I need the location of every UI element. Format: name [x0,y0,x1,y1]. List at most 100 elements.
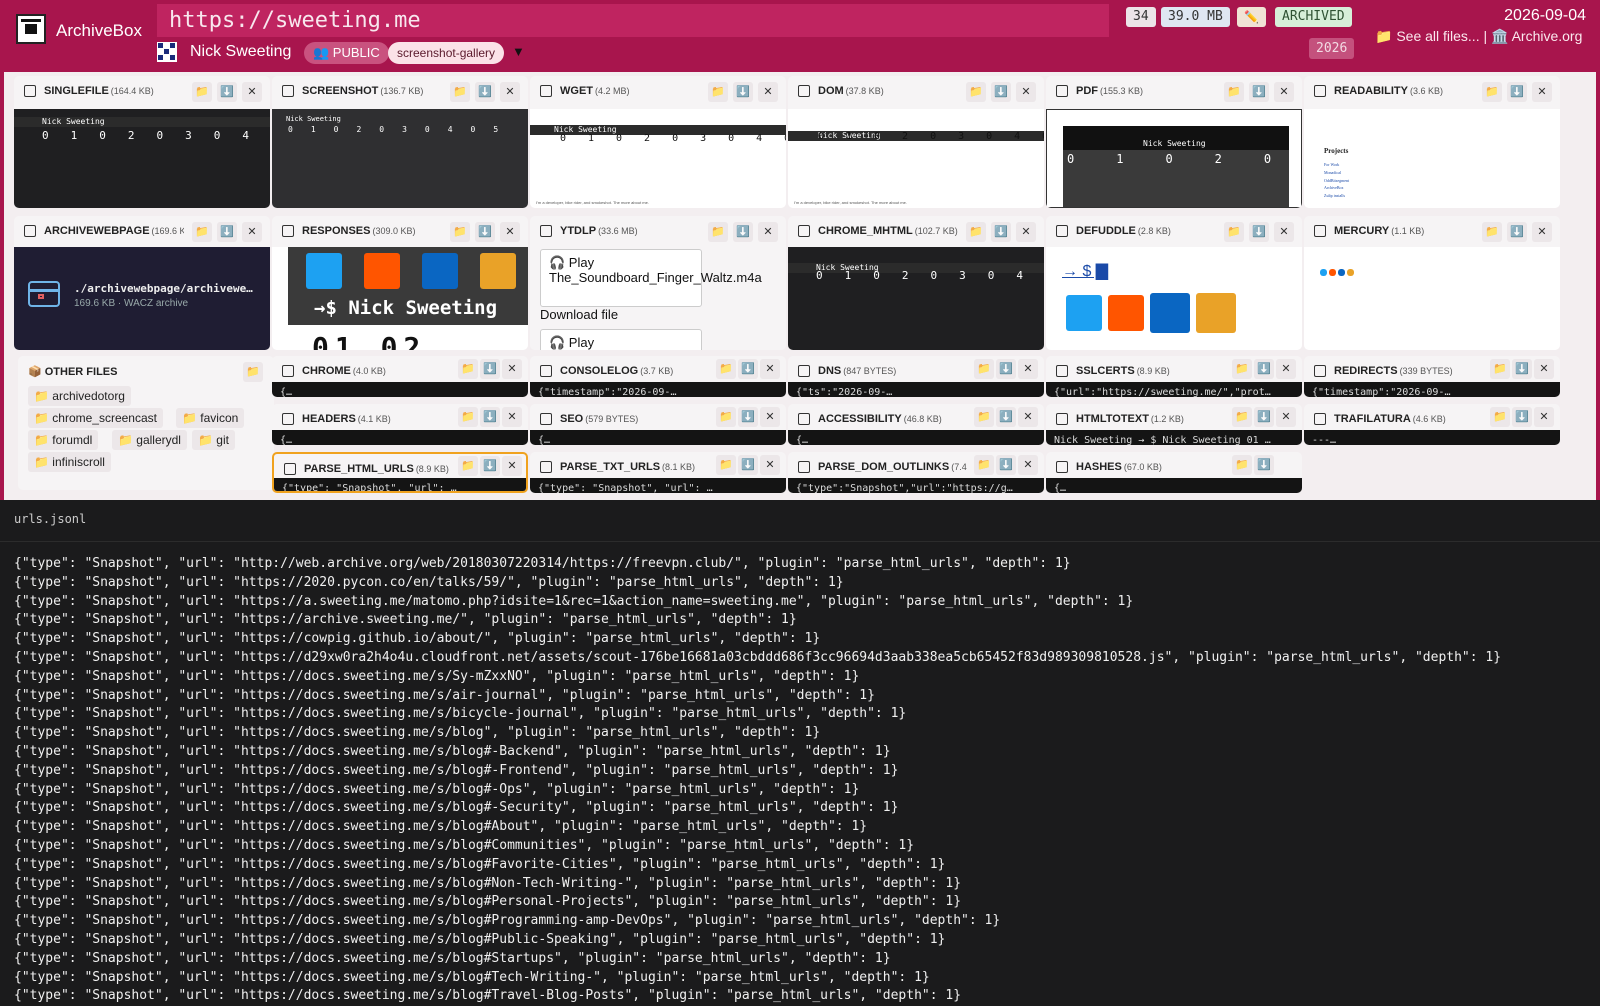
close-icon[interactable]: ✕ [1018,407,1038,427]
screenshot-gallery-tag[interactable]: screenshot-gallery [388,42,505,64]
archivewebpage-preview[interactable]: ./archivewebpage/archivewe… 169.6 KB · W… [14,247,270,350]
download-file-link[interactable]: Download file [540,307,618,322]
card-defuddle[interactable]: DEFUDDLE (2.8 KB) 📁 ⬇️ ✕ → $ ▇ [1046,216,1302,350]
card-dns[interactable]: DNS (847 BYTES) 📁 ⬇️ ✕ {"ts":"2026-09-… [788,356,1044,397]
file-chip[interactable]: 📁 git [192,430,235,450]
file-chip[interactable]: 📁 infiniscroll [28,452,111,472]
open-folder-icon[interactable]: 📁 [1232,407,1252,427]
download-icon[interactable]: ⬇️ [480,407,500,427]
play-audio-button[interactable]: 🎧 Play The_Soundboard_Finger_Waltz.m4a [540,249,762,307]
open-folder-icon[interactable]: 📁 [192,82,212,102]
readability-link[interactable]: For Work [1324,161,1349,169]
close-icon[interactable]: ✕ [1534,359,1554,379]
card-sslcerts[interactable]: SSLCERTS (8.9 KB) 📁 ⬇️ ✕ {"url":"https://sw… [1046,356,1302,397]
close-icon[interactable]: ✕ [758,82,778,102]
parse-html-urls-preview[interactable]: {"type": "Snapshot", "url": … [274,478,526,491]
open-folder-icon[interactable]: 📁 [716,359,736,379]
readability-link[interactable]: Monadical [1324,169,1349,177]
seo-preview[interactable]: {… [530,430,786,445]
card-parse-txt-urls[interactable]: PARSE_TXT_URLS (8.1 KB) 📁 ⬇️ ✕ {"type": "Sn… [530,452,786,493]
card-chrome-mhtml[interactable]: CHROME_MHTML (102.7 KB) 📁 ⬇️ ✕ Nick Sweetin… [788,216,1044,350]
see-all-files-link[interactable]: 📁 See all files... [1375,28,1480,44]
open-folder-icon[interactable]: 📁 [1232,359,1252,379]
download-icon[interactable]: ⬇️ [1254,455,1274,475]
close-icon[interactable]: ✕ [502,359,522,379]
accessibility-preview[interactable]: {… [788,430,1044,445]
download-icon[interactable]: ⬇️ [996,407,1016,427]
close-icon[interactable]: ✕ [502,407,522,427]
open-folder-icon[interactable]: 📁 [1482,222,1502,242]
open-folder-icon[interactable]: 📁 [1224,222,1244,242]
wget-preview[interactable]: Nick Sweeting 0102030405 I'm a developer… [530,109,786,208]
open-folder-icon[interactable]: 📁 [458,407,478,427]
card-pdf[interactable]: PDF(155.3 KB) 📁⬇️✕ Nick Sweeting 0102030… [1046,76,1302,208]
singlefile-preview[interactable]: Nick Sweeting 0102030405 [14,109,270,208]
download-icon[interactable]: ⬇️ [738,455,758,475]
download-icon[interactable]: ⬇️ [217,82,237,102]
card-parse-html-urls[interactable]: PARSE_HTML_URLS (8.9 KB) 📁 ⬇️ ✕ {"type": "S… [272,452,528,493]
download-icon[interactable]: ⬇️ [1512,359,1532,379]
download-icon[interactable]: ⬇️ [991,222,1011,242]
chrome-preview[interactable]: {… [272,382,528,397]
ytdlp-preview[interactable]: 🎧 Play The_Soundboard_Finger_Waltz.m4a D… [530,247,786,350]
redirects-preview[interactable]: {"timestamp":"2026-09-… [1304,382,1560,397]
card-singlefile[interactable]: SINGLEFILE (164.4 KB) 📁 ⬇️ ✕ Nick Sweeting … [14,76,270,208]
public-tag[interactable]: 👥 PUBLIC [304,42,389,64]
close-icon[interactable]: ✕ [1532,222,1552,242]
close-icon[interactable]: ✕ [1016,222,1036,242]
open-folder-icon[interactable]: 📁 [192,222,212,242]
open-folder-icon[interactable]: 📁 [458,456,478,476]
brand-name[interactable]: ArchiveBox [56,21,142,41]
dom-preview[interactable]: Nick Sweeting 0102030405 I'm a developer… [788,109,1044,208]
hashes-preview[interactable]: {… [1046,478,1302,493]
open-folder-icon[interactable]: 📁 [974,359,994,379]
file-chip[interactable]: 📁 chrome_screencast [28,408,163,428]
close-icon[interactable]: ✕ [1532,82,1552,102]
download-icon[interactable]: ⬇️ [1254,407,1274,427]
pdf-preview[interactable]: Nick Sweeting 01020304 [1046,109,1302,208]
open-folder-icon[interactable]: 📁 [966,82,986,102]
archive-org-link[interactable]: 🏛️ Archive.org [1491,28,1582,44]
card-redirects[interactable]: REDIRECTS (339 BYTES) 📁 ⬇️ ✕ {"timestamp":"… [1304,356,1560,397]
download-icon[interactable]: ⬇️ [1249,82,1269,102]
parse-txt-urls-preview[interactable]: {"type": "Snapshot", "url": … [530,478,786,493]
readability-preview[interactable]: Projects For Work Monadical OddBitsegment A… [1304,109,1560,208]
close-icon[interactable]: ✕ [758,222,778,242]
download-icon[interactable]: ⬇️ [738,407,758,427]
consolelog-preview[interactable]: {"timestamp":"2026-09-… [530,382,786,397]
card-parse-dom-outlinks[interactable]: PARSE_DOM_OUTLINKS(7.4 K 📁⬇️✕ {"type":"S… [788,452,1044,493]
close-icon[interactable]: ✕ [242,82,262,102]
open-folder-icon[interactable]: 📁 [974,455,994,475]
dns-preview[interactable]: {"ts":"2026-09-… [788,382,1044,397]
download-icon[interactable]: ⬇️ [996,359,1016,379]
open-folder-icon[interactable]: 📁 [1232,455,1252,475]
download-icon[interactable]: ⬇️ [1507,222,1527,242]
readability-link[interactable]: ArchiveBox [1324,184,1349,192]
screenshot-preview[interactable]: Nick Sweeting 0102030405 [272,109,528,208]
close-icon[interactable]: ✕ [500,82,520,102]
htmltotext-preview[interactable]: Nick Sweeting → $ Nick Sweeting 01 … [1046,430,1302,445]
play-audio-button-2[interactable]: 🎧 Play [540,329,702,350]
card-screenshot[interactable]: SCREENSHOT (136.7 KB) 📁 ⬇️ ✕ Nick Sweeting … [272,76,528,208]
open-folder-icon[interactable]: 📁 [966,222,986,242]
download-icon[interactable]: ⬇️ [480,456,500,476]
close-icon[interactable]: ✕ [1274,222,1294,242]
open-folder-icon[interactable]: 📁 [1490,407,1510,427]
download-icon[interactable]: ⬇️ [733,82,753,102]
readability-link[interactable]: OddBitsegment [1324,177,1349,185]
card-accessibility[interactable]: ACCESSIBILITY (46.8 KB) 📁 ⬇️ ✕ {… [788,404,1044,445]
close-icon[interactable]: ✕ [502,456,522,476]
open-folder-icon[interactable]: 📁 [1490,359,1510,379]
close-icon[interactable]: ✕ [1018,359,1038,379]
download-icon[interactable]: ⬇️ [1512,407,1532,427]
card-responses[interactable]: RESPONSES (309.0 KB) 📁 ⬇️ ✕ →$ Nick Sweetin… [272,216,528,350]
open-folder-icon[interactable]: 📁 [1224,82,1244,102]
card-readability[interactable]: READABILITY (3.6 KB) 📁 ⬇️ ✕ Projects For Wo… [1304,76,1560,208]
card-wget[interactable]: WGET (4.2 MB) 📁 ⬇️ ✕ Nick Sweeting 01020304… [530,76,786,208]
file-chip[interactable]: 📁 gallerydl [112,430,187,450]
download-icon[interactable]: ⬇️ [475,82,495,102]
download-icon[interactable]: ⬇️ [1507,82,1527,102]
download-icon[interactable]: ⬇️ [991,82,1011,102]
download-icon[interactable]: ⬇️ [217,222,237,242]
close-icon[interactable]: ✕ [1274,82,1294,102]
